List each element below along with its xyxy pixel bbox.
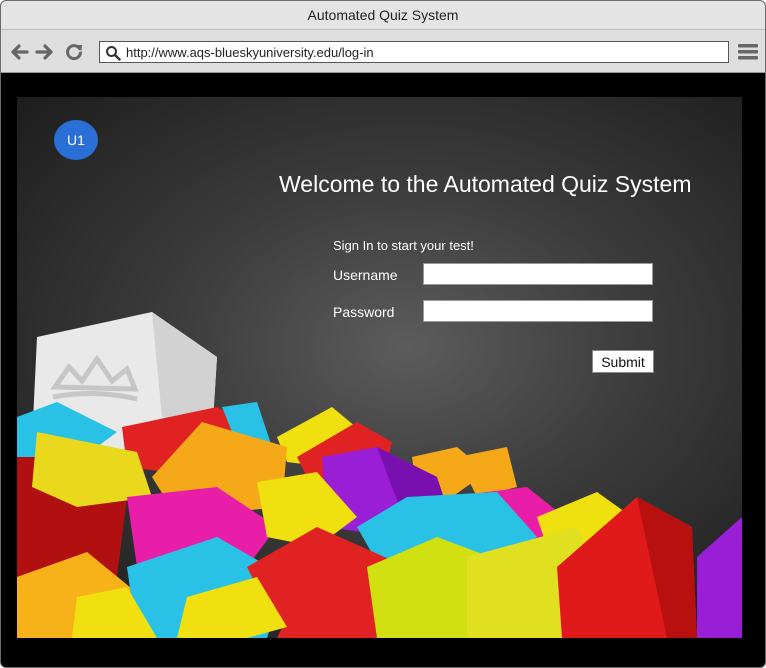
hamburger-menu-icon[interactable] <box>738 44 758 60</box>
page-content: U1 Welcome to the Automated Quiz System … <box>17 97 742 638</box>
url-input[interactable] <box>126 43 716 61</box>
username-field[interactable] <box>423 263 653 285</box>
arrow-right-icon[interactable] <box>35 42 55 62</box>
signin-hint: Sign In to start your test! <box>333 238 474 253</box>
page-title: Welcome to the Automated Quiz System <box>279 171 692 197</box>
username-label: Username <box>333 267 398 283</box>
window-title: Automated Quiz System <box>1 1 765 30</box>
user-avatar[interactable]: U1 <box>54 120 98 160</box>
reload-icon[interactable] <box>64 42 84 62</box>
search-icon <box>106 46 121 61</box>
submit-button[interactable]: Submit <box>592 350 654 373</box>
browser-toolbar <box>1 30 765 73</box>
arrow-left-icon[interactable] <box>9 42 29 62</box>
password-label: Password <box>333 304 395 320</box>
address-bar[interactable] <box>99 41 729 63</box>
password-field[interactable] <box>423 300 653 322</box>
browser-window: Automated Quiz System http://www.aqs-blu… <box>0 0 766 668</box>
